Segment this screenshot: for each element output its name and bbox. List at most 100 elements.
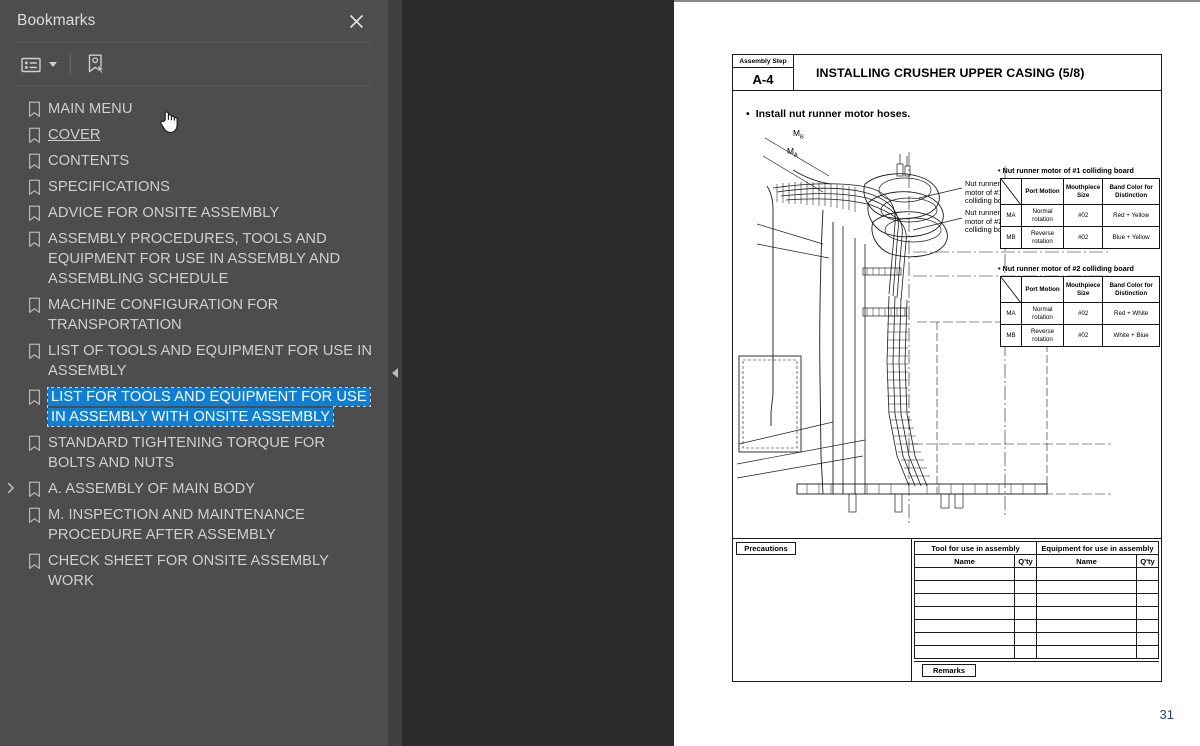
spec-header-cell: Band Color for Distinction bbox=[1102, 178, 1160, 205]
table-row[interactable] bbox=[913, 619, 1159, 633]
precautions-box bbox=[732, 538, 912, 682]
empty-cell[interactable] bbox=[1014, 632, 1037, 646]
empty-cell[interactable] bbox=[1035, 567, 1138, 581]
bookmark-item[interactable]: MACHINE CONFIGURATION FOR TRANSPORTATION bbox=[0, 292, 388, 338]
close-icon[interactable] bbox=[344, 9, 368, 33]
bookmark-item[interactable]: ASSEMBLY PROCEDURES, TOOLS AND EQUIPMENT… bbox=[0, 226, 388, 292]
twisty-spacer bbox=[0, 229, 22, 232]
bookmark-item[interactable]: STANDARD TIGHTENING TORQUE FOR BOLTS AND… bbox=[0, 430, 388, 476]
tool-qty-header: Q'ty bbox=[1014, 554, 1037, 568]
table-row[interactable] bbox=[913, 580, 1159, 594]
spec-table-caption: • Nut runner motor of #2 colliding board bbox=[998, 264, 1134, 273]
bookmarks-toolbar bbox=[0, 43, 388, 85]
twisty-spacer bbox=[0, 99, 22, 102]
assembly-sheet: Assembly Step A-4 INSTALLING CRUSHER UPP… bbox=[732, 54, 1162, 682]
bookmark-item[interactable]: ADVICE FOR ONSITE ASSEMBLY bbox=[0, 200, 388, 226]
port-ma-callout: MA bbox=[787, 146, 798, 159]
spec-header-cell: Mouthpiece Size bbox=[1062, 276, 1104, 303]
bookmark-tree[interactable]: MAIN MENU COVER CONTENTS SPECIFICATIONS … bbox=[0, 86, 388, 746]
empty-cell[interactable] bbox=[1014, 593, 1037, 607]
table-row[interactable] bbox=[913, 567, 1159, 581]
chevron-right-icon[interactable] bbox=[0, 479, 22, 494]
twisty-spacer bbox=[0, 433, 22, 436]
twisty-spacer bbox=[0, 505, 22, 508]
bookmark-item-label: SPECIFICATIONS bbox=[48, 179, 171, 195]
instruction-text: Install nut runner motor hoses. bbox=[755, 108, 911, 120]
empty-cell[interactable] bbox=[1014, 567, 1037, 581]
bookmark-icon bbox=[22, 341, 46, 360]
empty-cell[interactable] bbox=[1014, 606, 1037, 620]
empty-cell[interactable] bbox=[1035, 580, 1138, 594]
empty-cell[interactable] bbox=[1136, 593, 1159, 607]
port-mb-callout: MB bbox=[793, 128, 804, 141]
bookmark-item[interactable]: SPECIFICATIONS bbox=[0, 174, 388, 200]
instruction-line: • Install nut runner motor hoses. bbox=[746, 108, 910, 120]
bookmark-item-label: LIST FOR TOOLS AND EQUIPMENT FOR USE IN … bbox=[46, 387, 378, 427]
bookmark-item[interactable]: CHECK SHEET FOR ONSITE ASSEMBLY WORK bbox=[0, 548, 388, 594]
empty-cell[interactable] bbox=[1035, 645, 1138, 659]
spec-cell: Reverse rotation bbox=[1021, 226, 1064, 249]
spec-cell: Red + Yellow bbox=[1102, 204, 1160, 227]
empty-cell[interactable] bbox=[1035, 632, 1138, 646]
collapse-panel-button[interactable] bbox=[388, 358, 402, 388]
twisty-spacer bbox=[0, 125, 22, 128]
empty-cell[interactable] bbox=[913, 619, 1016, 633]
empty-cell[interactable] bbox=[1035, 593, 1138, 607]
spec-cell: Blue + Yellow bbox=[1102, 226, 1160, 249]
empty-cell[interactable] bbox=[1136, 632, 1159, 646]
empty-cell[interactable] bbox=[1035, 619, 1138, 633]
bookmark-item[interactable]: MAIN MENU bbox=[0, 96, 388, 122]
spec-cell: #02 bbox=[1062, 302, 1104, 325]
bookmark-item[interactable]: CONTENTS bbox=[0, 148, 388, 174]
spec-table: Port Motion Mouthpiece Size Band Color for… bbox=[1000, 276, 1160, 347]
empty-cell[interactable] bbox=[913, 593, 1016, 607]
bookmark-icon bbox=[22, 99, 46, 118]
bookmark-item-label: LIST OF TOOLS AND EQUIPMENT FOR USE IN A… bbox=[48, 343, 373, 379]
equipment-name-header: Name bbox=[1035, 554, 1138, 568]
empty-cell[interactable] bbox=[1035, 606, 1138, 620]
new-bookmark-icon[interactable] bbox=[82, 51, 110, 78]
bookmark-item-label: M. INSPECTION AND MAINTENANCE PROCEDURE … bbox=[48, 507, 305, 543]
bookmark-icon bbox=[22, 505, 46, 524]
spec-cell: Normal rotation bbox=[1021, 204, 1064, 227]
empty-cell[interactable] bbox=[913, 567, 1016, 581]
empty-cell[interactable] bbox=[913, 632, 1016, 646]
pdf-page: Assembly Step A-4 INSTALLING CRUSHER UPP… bbox=[674, 2, 1200, 746]
port-mb-subscript: B bbox=[799, 134, 804, 141]
tool-equipment-table: Tool for use in assembly Equipment for us… bbox=[913, 541, 1160, 659]
empty-cell[interactable] bbox=[1136, 645, 1159, 659]
chevron-left-icon bbox=[392, 368, 398, 378]
empty-cell[interactable] bbox=[1014, 645, 1037, 659]
spec-cell: #02 bbox=[1062, 324, 1104, 347]
twisty-spacer bbox=[0, 203, 22, 206]
bookmark-item-label: COVER bbox=[48, 127, 101, 143]
empty-cell[interactable] bbox=[913, 645, 1016, 659]
document-viewer[interactable]: Assembly Step A-4 INSTALLING CRUSHER UPP… bbox=[402, 0, 1200, 746]
twisty-spacer bbox=[0, 295, 22, 298]
table-row[interactable] bbox=[913, 645, 1159, 659]
panel-divider bbox=[388, 0, 402, 746]
empty-cell[interactable] bbox=[913, 606, 1016, 620]
empty-cell[interactable] bbox=[1136, 567, 1159, 581]
bookmark-item[interactable]: LIST OF TOOLS AND EQUIPMENT FOR USE IN A… bbox=[0, 338, 388, 384]
spec-cell: #02 bbox=[1062, 204, 1104, 227]
bookmark-item[interactable]: A. ASSEMBLY OF MAIN BODY bbox=[0, 476, 388, 502]
empty-cell[interactable] bbox=[913, 580, 1016, 594]
empty-cell[interactable] bbox=[1136, 606, 1159, 620]
bookmark-item[interactable]: COVER bbox=[0, 122, 388, 148]
bookmark-icon bbox=[22, 433, 46, 452]
empty-cell[interactable] bbox=[1014, 619, 1037, 633]
empty-cell[interactable] bbox=[1136, 619, 1159, 633]
list-options-icon[interactable] bbox=[17, 53, 61, 76]
empty-cell[interactable] bbox=[1014, 580, 1037, 594]
table-row[interactable] bbox=[913, 593, 1159, 607]
empty-cell[interactable] bbox=[1136, 580, 1159, 594]
bookmark-item[interactable]: M. INSPECTION AND MAINTENANCE PROCEDURE … bbox=[0, 502, 388, 548]
bookmark-item-label: A. ASSEMBLY OF MAIN BODY bbox=[48, 481, 256, 497]
table-row[interactable] bbox=[913, 606, 1159, 620]
port-ma-subscript: A bbox=[793, 152, 798, 159]
spec-corner-cell bbox=[1000, 276, 1022, 303]
table-row[interactable] bbox=[913, 632, 1159, 646]
bookmark-item[interactable]: LIST FOR TOOLS AND EQUIPMENT FOR USE IN … bbox=[0, 384, 388, 430]
toolbar-separator bbox=[70, 53, 71, 75]
